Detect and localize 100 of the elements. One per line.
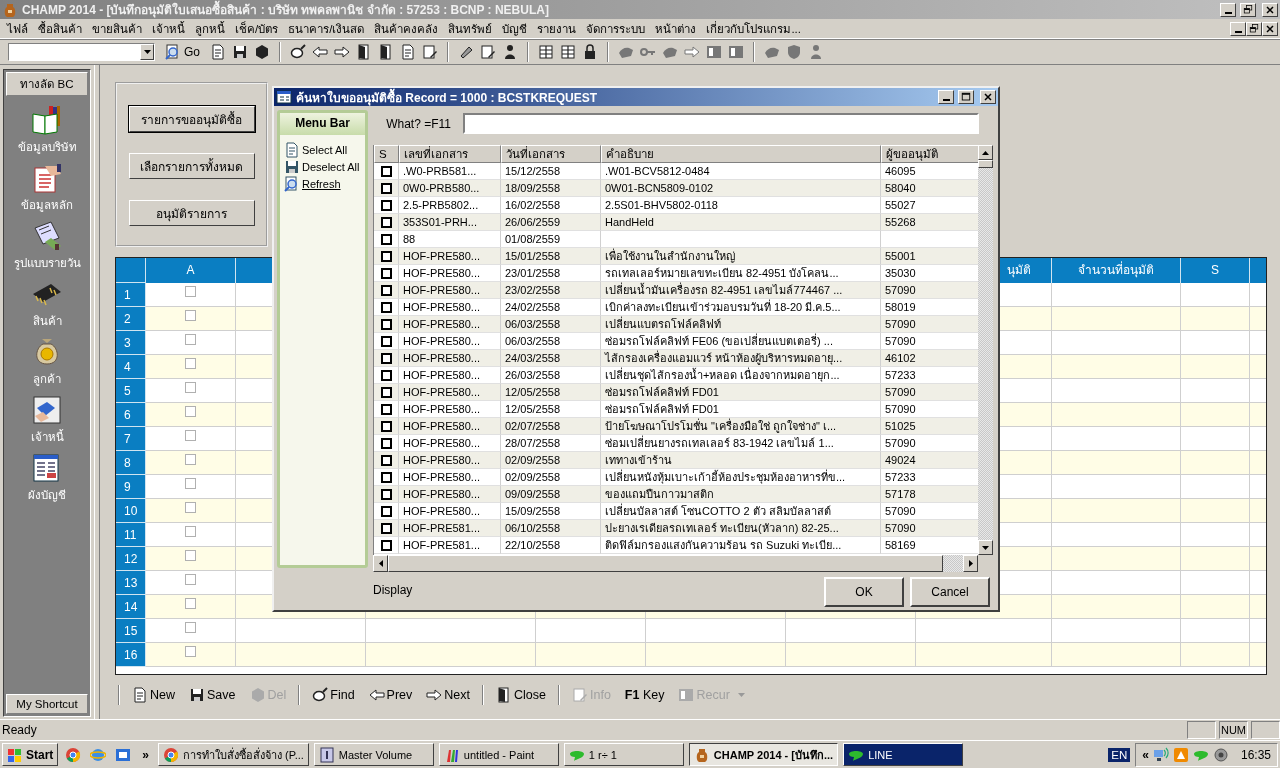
grid-cell[interactable]	[786, 643, 916, 667]
grid-cell[interactable]	[366, 643, 536, 667]
browser-icon[interactable]	[65, 746, 82, 763]
checkbox[interactable]	[185, 382, 196, 393]
right-arrow-icon[interactable]	[334, 44, 350, 60]
checkbox[interactable]	[185, 646, 196, 657]
cancel-button[interactable]: Cancel	[910, 577, 990, 607]
ok-button[interactable]: OK	[824, 577, 904, 607]
toolbar-button[interactable]: Next	[421, 685, 475, 705]
grid-cell[interactable]	[146, 451, 236, 475]
column-header[interactable]: A	[146, 258, 236, 283]
toolbar-button[interactable]: Prev	[363, 685, 418, 705]
taskbar-button[interactable]: untitled - Paint	[438, 743, 559, 766]
menu-panel-item[interactable]: Deselect All	[302, 160, 360, 173]
grid-cell[interactable]	[1181, 355, 1250, 379]
checkbox[interactable]	[185, 454, 196, 465]
grid-cell[interactable]	[1052, 643, 1181, 667]
checkbox[interactable]	[185, 550, 196, 561]
network-icon[interactable]	[1152, 746, 1169, 763]
grid-cell[interactable]	[1181, 451, 1250, 475]
grid-cell[interactable]	[236, 643, 366, 667]
page-icon[interactable]	[284, 141, 300, 158]
table-row[interactable]: HOF-PRE580... 06/03/2558 เปลี่ยนแบตรถโฟล์คลิฟท์ 57090	[374, 316, 978, 333]
checkbox[interactable]	[380, 522, 392, 534]
grid-cell[interactable]	[1181, 499, 1250, 523]
globe-icon[interactable]	[90, 746, 107, 763]
grid-cell[interactable]	[646, 643, 786, 667]
grid-icon[interactable]	[538, 44, 554, 60]
checkbox[interactable]	[185, 406, 196, 417]
checkbox[interactable]	[185, 622, 196, 633]
minimize-button[interactable]	[1220, 2, 1236, 17]
grid-cell[interactable]	[1250, 451, 1266, 475]
table-row[interactable]: HOF-PRE580... 02/09/2558 เททางเข้าร้าน 49024	[374, 452, 978, 469]
checkbox[interactable]	[380, 437, 392, 449]
grid-cell[interactable]	[1052, 355, 1181, 379]
checkbox[interactable]	[380, 250, 392, 262]
toolbar-button[interactable]: F1 Key	[619, 686, 670, 704]
start-button[interactable]: Start	[2, 743, 59, 766]
search-icon[interactable]	[284, 175, 300, 192]
grid-cell[interactable]	[146, 355, 236, 379]
menu-item[interactable]: จัดการระบบ	[581, 19, 651, 38]
grid-cell[interactable]	[1181, 307, 1250, 331]
grid-cell[interactable]	[1181, 547, 1250, 571]
grid-cell[interactable]	[1052, 403, 1181, 427]
language-indicator[interactable]: EN	[1108, 747, 1131, 762]
column-header[interactable]: เลขที่เอกสาร	[399, 145, 501, 163]
pencil-icon[interactable]	[480, 44, 496, 60]
mail-icon[interactable]	[115, 746, 132, 763]
table-row[interactable]: HOF-PRE580... 15/01/2558 เพื่อใช้งานในสำนักงานใหญ่ 55001	[374, 248, 978, 265]
column-header[interactable]: จำนวนที่อนุมัติ	[1052, 258, 1181, 283]
checkbox[interactable]	[185, 334, 196, 345]
scroll-right-button[interactable]	[963, 555, 978, 572]
checkbox[interactable]	[185, 358, 196, 369]
checkbox[interactable]	[380, 403, 392, 415]
column-header[interactable]: S	[374, 145, 399, 163]
page-icon[interactable]	[400, 44, 416, 60]
checkbox[interactable]	[380, 267, 392, 279]
figure-icon[interactable]	[502, 44, 518, 60]
table-row[interactable]: HOF-PRE580... 09/09/2558 ของแถมปืนกาวมาสติก 57178	[374, 486, 978, 503]
taskbar-button[interactable]: 1 r÷ 1	[563, 743, 684, 766]
checkbox[interactable]	[380, 199, 392, 211]
speaker-icon[interactable]	[1212, 746, 1229, 763]
grid-cell[interactable]	[146, 307, 236, 331]
toolbar-button[interactable]: Save	[184, 685, 241, 705]
shortcut-footer[interactable]: My Shortcut	[6, 694, 88, 714]
checkbox[interactable]	[380, 233, 392, 245]
menu-item[interactable]: บัญชี	[497, 19, 533, 38]
checkbox[interactable]	[380, 284, 392, 296]
menu-item[interactable]: ลูกหนี้	[190, 19, 230, 38]
shortcut-label[interactable]: ข้อมูลหลัก	[21, 196, 73, 214]
menu-item[interactable]: เจ้าหนี้	[147, 19, 190, 38]
scroll-thumb[interactable]	[978, 160, 993, 168]
grid-cell[interactable]	[1250, 355, 1266, 379]
taskbar-button[interactable]: CHAMP 2014 - [บันทึก...	[688, 743, 839, 766]
grid-cell[interactable]	[1250, 403, 1266, 427]
column-header[interactable]: ผู้ขออนุมัติ	[881, 145, 978, 163]
table-row[interactable]: HOF-PRE580... 24/03/2558 ไส้กรองเครื่องแอมแวร์ หน้าห้องผู้บริหารหมดอายุ... 46102	[374, 350, 978, 367]
checkbox[interactable]	[185, 478, 196, 489]
checkbox[interactable]	[185, 310, 196, 321]
grid-cell[interactable]	[1052, 451, 1181, 475]
books-icon[interactable]	[31, 104, 63, 136]
column-header[interactable]: วันที่เอกสาร	[501, 145, 601, 163]
grid-cell[interactable]	[1052, 595, 1181, 619]
checkbox[interactable]	[380, 182, 392, 194]
grid-cell[interactable]	[146, 403, 236, 427]
taskbar-button[interactable]: การทำใบสั่งซื้อสั่งจ้าง (P...	[158, 743, 309, 766]
checkbox[interactable]	[185, 430, 196, 441]
shortcut-label[interactable]: สินค้า	[32, 312, 62, 330]
panel-icon[interactable]	[728, 44, 744, 60]
grid-cell[interactable]	[536, 643, 646, 667]
menu-item[interactable]: หน้าต่าง	[650, 19, 702, 38]
column-header[interactable]: S	[1181, 258, 1250, 283]
save-icon[interactable]	[232, 44, 248, 60]
grid-cell[interactable]	[146, 547, 236, 571]
toolbar-button[interactable]: Find	[307, 685, 360, 705]
grid-cell[interactable]	[1052, 307, 1181, 331]
grid-cell[interactable]	[1052, 499, 1181, 523]
save-icon[interactable]	[284, 158, 300, 175]
grid-cell[interactable]	[1052, 547, 1181, 571]
checkbox[interactable]	[380, 301, 392, 313]
